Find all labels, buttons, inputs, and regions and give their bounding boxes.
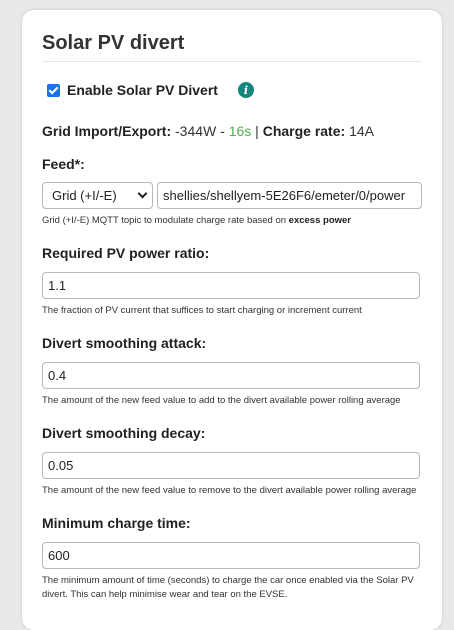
grid-status-line: Grid Import/Export: -344W - 16s | Charge… [42, 123, 422, 139]
feed-help-prefix: Grid (+I/-E) MQTT topic to modulate char… [42, 215, 287, 226]
feed-type-selected-value: Grid (+I/-E) [52, 188, 117, 203]
status-separator: - [220, 123, 225, 139]
min-charge-time-input[interactable]: 600 [42, 542, 420, 569]
grid-import-export-label: Grid Import/Export: [42, 123, 172, 139]
min-charge-time-label: Minimum charge time: [42, 515, 191, 531]
grid-import-export-value: -344W [175, 123, 217, 139]
decay-input[interactable]: 0.05 [42, 452, 420, 479]
section-title: Solar PV divert [42, 10, 422, 62]
feed-topic-input[interactable]: shellies/shellyem-5E26F6/emeter/0/power [157, 182, 422, 209]
min-charge-time-help: The minimum amount of time (seconds) to … [42, 575, 414, 600]
update-age: 16s [228, 123, 252, 139]
solar-pv-divert-card: Solar PV divert Enable Solar PV Divert i… [22, 10, 442, 630]
status-pipe: | [255, 123, 259, 139]
decay-help: The amount of the new feed value to remo… [42, 485, 417, 496]
enable-divert-row: Enable Solar PV Divert i [47, 82, 422, 98]
chevron-down-icon [137, 188, 148, 199]
decay-label: Divert smoothing decay: [42, 425, 206, 441]
enable-divert-label[interactable]: Enable Solar PV Divert [67, 82, 218, 98]
attack-help: The amount of the new feed value to add … [42, 395, 401, 406]
attack-label: Divert smoothing attack: [42, 335, 207, 351]
feed-row: Grid (+I/-E) shellies/shellyem-5E26F6/em… [42, 182, 422, 209]
enable-divert-checkbox[interactable] [47, 83, 60, 97]
pv-ratio-input[interactable]: 1.1 [42, 272, 420, 299]
info-icon[interactable]: i [237, 82, 254, 98]
feed-help-text: Grid (+I/-E) MQTT topic to modulate char… [42, 214, 422, 228]
pv-ratio-label: Required PV power ratio: [42, 245, 210, 261]
feed-label: Feed*: [42, 156, 85, 172]
pv-ratio-help: The fraction of PV current that suffices… [42, 305, 362, 316]
charge-rate-label: Charge rate: [262, 123, 346, 139]
attack-input[interactable]: 0.4 [42, 362, 420, 389]
feed-type-select[interactable]: Grid (+I/-E) [42, 182, 153, 209]
charge-rate-value: 14A [349, 123, 374, 139]
feed-help-bold: excess power [288, 215, 351, 226]
